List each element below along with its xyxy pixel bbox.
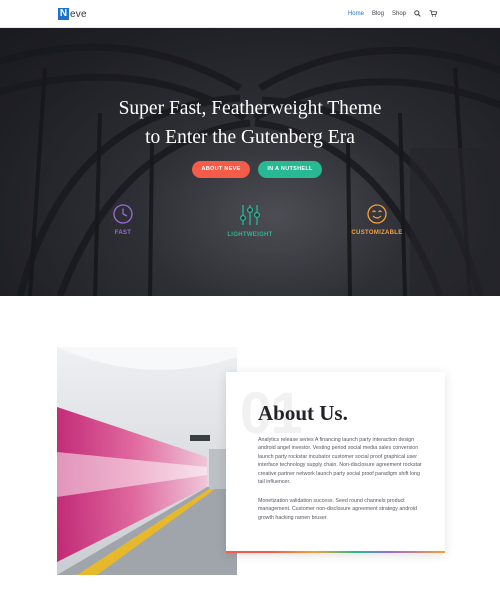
logo-text: eve	[70, 8, 87, 20]
feature-label: LIGHTWEIGHT	[227, 232, 273, 238]
feature-fast: FAST	[83, 203, 163, 236]
logo-mark: N	[58, 8, 69, 20]
clock-icon	[113, 204, 133, 224]
search-icon[interactable]	[414, 10, 421, 17]
sliders-icon	[239, 205, 261, 225]
about-paragraph: Analytics release series A financing lau…	[258, 437, 422, 486]
about-paragraph: Monetization validation success. Seed ro…	[258, 498, 417, 521]
color-accent-bar	[226, 551, 445, 553]
in-a-nutshell-button[interactable]: IN A NUTSHELL	[258, 161, 322, 178]
about-neve-button[interactable]: ABOUT NEVE	[192, 161, 250, 178]
cart-icon[interactable]	[429, 10, 438, 17]
feature-label: CUSTOMIZABLE	[351, 230, 403, 236]
site-logo[interactable]: N eve	[58, 8, 87, 20]
nav-item-blog[interactable]: Blog	[372, 11, 384, 17]
about-title: About Us.	[258, 401, 348, 425]
about-card: 01 About Us. Analytics release series A …	[226, 372, 445, 553]
about-image-subway	[57, 347, 237, 575]
subway-photo	[57, 347, 237, 575]
feature-lightweight: LIGHTWEIGHT	[210, 203, 290, 238]
hero-section: Super Fast, Featherweight Theme to Enter…	[0, 28, 500, 296]
feature-label: FAST	[114, 230, 132, 236]
main-nav: Home Blog Shop	[340, 10, 438, 17]
nav-item-home[interactable]: Home	[348, 11, 364, 17]
feature-customizable: CUSTOMIZABLE	[337, 203, 417, 236]
site-header: N eve Home Blog Shop	[0, 0, 500, 28]
nav-item-shop[interactable]: Shop	[392, 11, 406, 17]
smiley-icon	[367, 204, 387, 224]
hero-title: Super Fast, Featherweight Theme to Enter…	[118, 98, 382, 148]
